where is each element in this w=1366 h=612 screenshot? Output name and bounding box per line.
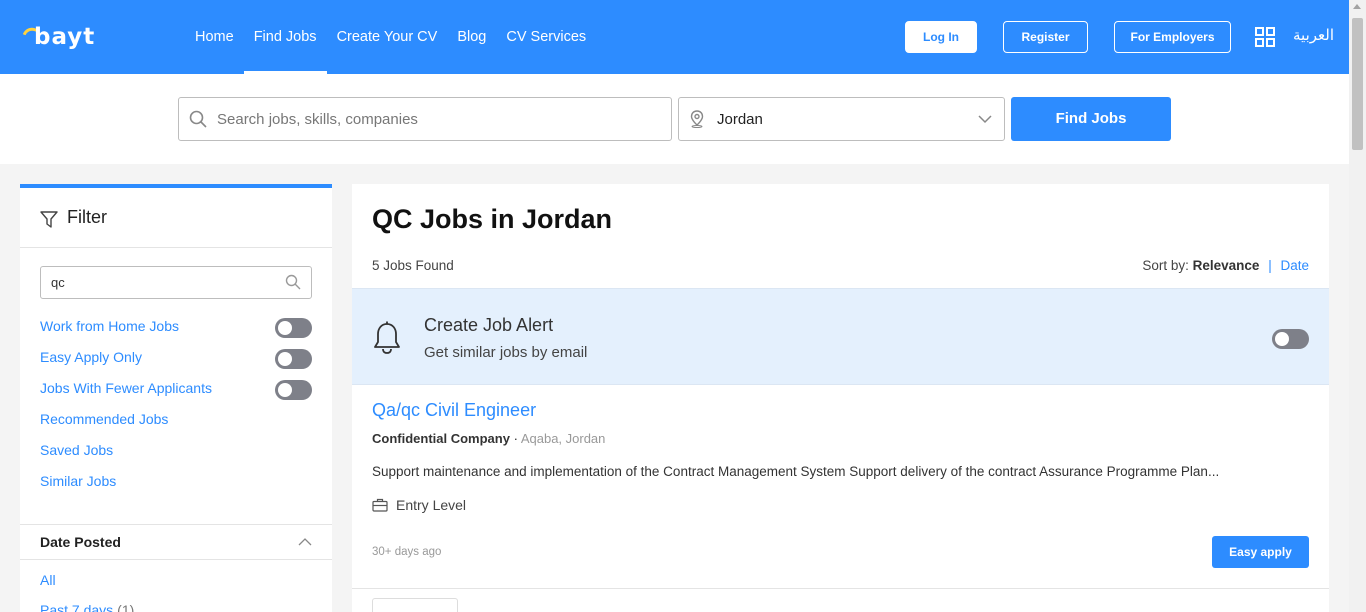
filter-sidebar: Filter Work from Home Jobs Easy Apply On… (20, 184, 332, 612)
scrollbar-thumb[interactable] (1352, 18, 1363, 150)
register-button[interactable]: Register (1003, 21, 1088, 53)
filter-easy-apply-label[interactable]: Easy Apply Only (40, 349, 142, 365)
nav-find-jobs[interactable]: Find Jobs (243, 0, 327, 74)
keyword-filter-input[interactable] (51, 267, 281, 298)
nav-cv-services[interactable]: CV Services (496, 0, 596, 74)
job-card: Qa/qc Civil Engineer Confidential Compan… (352, 386, 1329, 589)
sort-date-option[interactable]: Date (1280, 258, 1309, 273)
job-description: Support maintenance and implementation o… (372, 464, 1220, 479)
for-employers-button[interactable]: For Employers (1114, 21, 1231, 53)
chevron-up-icon[interactable] (298, 537, 312, 547)
search-icon[interactable] (285, 274, 301, 290)
date-posted-options: All Past 7 days (1) (40, 572, 134, 612)
filter-row-easy-apply: Easy Apply Only (40, 345, 312, 376)
keyword-filter-box (40, 266, 312, 299)
work-from-home-toggle[interactable] (275, 318, 312, 338)
nav-create-cv[interactable]: Create Your CV (327, 0, 448, 74)
job-alert-title: Create Job Alert (424, 315, 554, 335)
grid-icon[interactable] (1255, 27, 1275, 47)
job-posted-date: 30+ days ago (372, 546, 442, 558)
job-company[interactable]: Confidential Company (372, 431, 510, 446)
sort-label: Sort by: (1142, 258, 1189, 273)
date-option-label: Past 7 days (40, 602, 114, 612)
search-band: Find Jobs (0, 74, 1349, 164)
easy-apply-button[interactable]: Easy apply (1212, 536, 1309, 568)
job-search-input[interactable] (217, 98, 657, 140)
login-button[interactable]: Log In (905, 21, 977, 53)
filter-row-work-from-home: Work from Home Jobs (40, 314, 312, 345)
location-select[interactable] (678, 97, 1005, 141)
chevron-down-icon (978, 115, 992, 124)
date-option-all[interactable]: All (40, 572, 134, 602)
bell-icon (374, 321, 400, 354)
similar-jobs-link[interactable]: Similar Jobs (40, 473, 116, 489)
filter-header: Filter (20, 188, 332, 248)
logo-text: bayt (34, 24, 96, 50)
job-location: Aqaba, Jordan (520, 431, 606, 446)
job-alert-toggle[interactable] (1272, 329, 1309, 349)
nav-home[interactable]: Home (185, 0, 244, 74)
filter-title: Filter (67, 207, 107, 227)
date-posted-title: Date Posted (40, 534, 121, 550)
job-search-box (178, 97, 672, 141)
saved-jobs-link[interactable]: Saved Jobs (40, 442, 113, 458)
date-option-label: All (40, 572, 56, 588)
top-header: bayt Home Find Jobs Create Your CV Blog … (0, 0, 1349, 74)
filter-row-recommended: Recommended Jobs (40, 407, 312, 438)
career-level-text: Entry Level (396, 497, 467, 513)
date-option-count: (1) (117, 602, 135, 612)
job-alert-banner: Create Job Alert Get similar jobs by ema… (352, 288, 1329, 385)
bayt-logo[interactable]: bayt (22, 24, 114, 50)
filter-row-saved: Saved Jobs (40, 438, 312, 469)
filter-row-similar: Similar Jobs (40, 469, 312, 500)
meta-separator: · (513, 431, 518, 446)
sort-separator: | (1268, 258, 1272, 273)
date-posted-header[interactable]: Date Posted (20, 524, 332, 560)
page-scrollbar[interactable] (1349, 0, 1366, 612)
sort-control: Sort by: Relevance | Date (1142, 258, 1309, 273)
job-career-level: Entry Level (372, 497, 466, 513)
find-jobs-button[interactable]: Find Jobs (1011, 97, 1171, 141)
location-input[interactable] (717, 98, 967, 140)
filter-row-fewer-applicants: Jobs With Fewer Applicants (40, 376, 312, 407)
search-icon (189, 110, 207, 128)
next-job-card-element (372, 598, 458, 612)
job-title-link[interactable]: Qa/qc Civil Engineer (372, 400, 536, 421)
recommended-jobs-link[interactable]: Recommended Jobs (40, 411, 168, 427)
briefcase-icon (372, 498, 388, 512)
date-option-past-7-days[interactable]: Past 7 days (1) (40, 602, 134, 612)
main-nav: Home Find Jobs Create Your CV Blog CV Se… (185, 0, 596, 74)
language-switch-link[interactable]: العربية (1293, 26, 1334, 44)
scroll-up-arrow-icon[interactable] (1353, 4, 1361, 9)
filter-work-from-home-label[interactable]: Work from Home Jobs (40, 318, 179, 334)
nav-blog[interactable]: Blog (447, 0, 496, 74)
sort-relevance-option[interactable]: Relevance (1193, 258, 1260, 273)
easy-apply-toggle[interactable] (275, 349, 312, 369)
jobs-found-count: 5 Jobs Found (372, 258, 454, 273)
filter-fewer-applicants-label[interactable]: Jobs With Fewer Applicants (40, 380, 212, 396)
filter-funnel-icon (40, 211, 58, 228)
filter-options: Work from Home Jobs Easy Apply Only Jobs… (40, 314, 312, 500)
job-alert-subtitle: Get similar jobs by email (424, 344, 588, 361)
fewer-applicants-toggle[interactable] (275, 380, 312, 400)
results-panel: QC Jobs in Jordan 5 Jobs Found Sort by: … (352, 184, 1329, 612)
location-pin-icon (690, 110, 704, 128)
job-company-location: Confidential Company · Aqaba, Jordan (372, 431, 605, 446)
page-title: QC Jobs in Jordan (372, 204, 613, 234)
